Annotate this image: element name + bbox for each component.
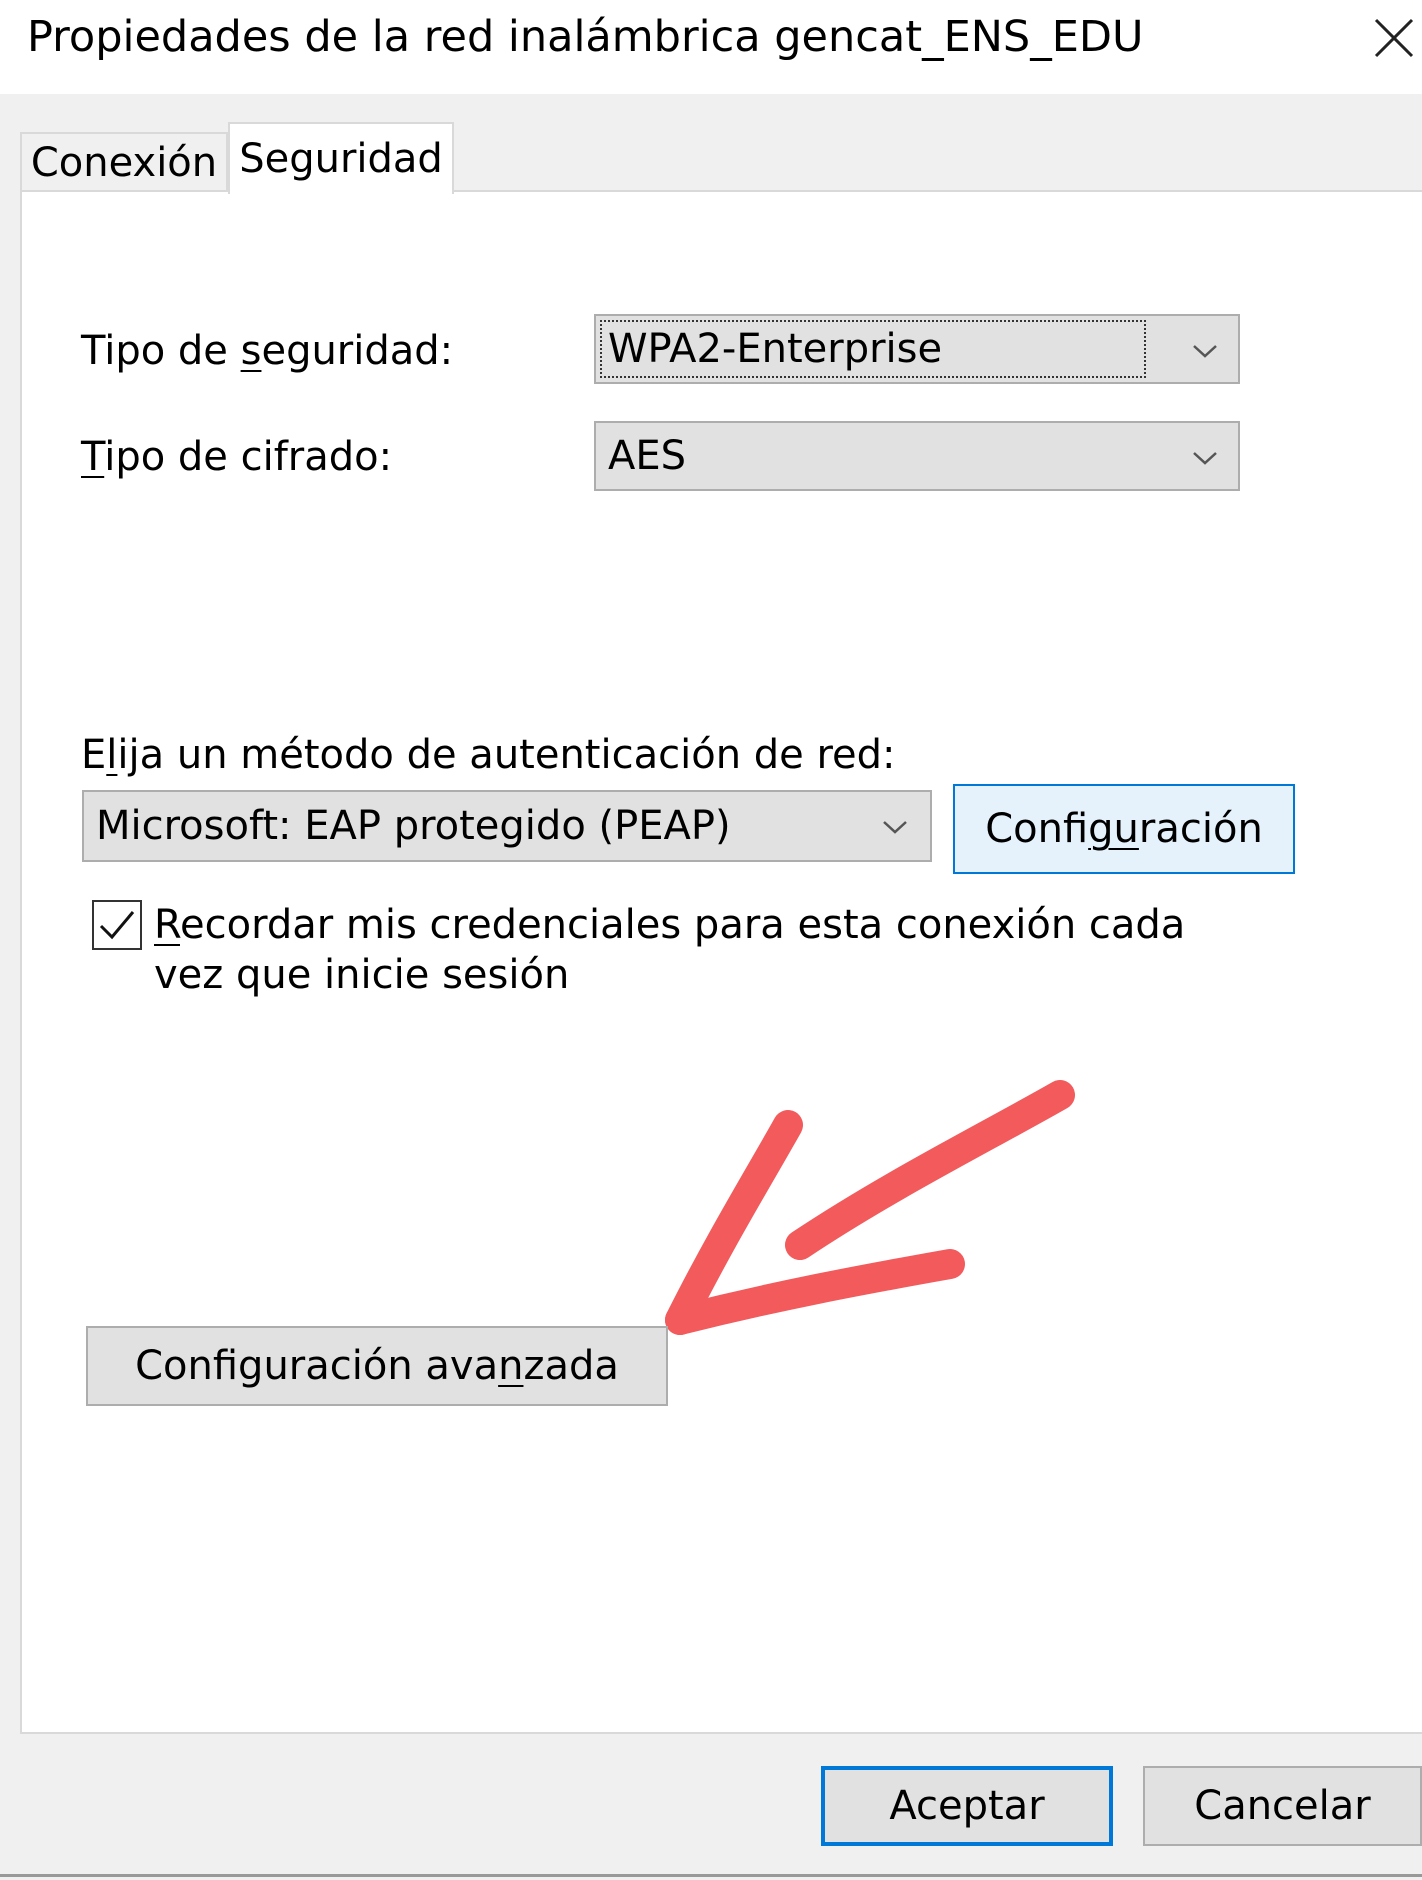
checkmark-icon: [99, 911, 135, 940]
auth-method-value: Microsoft: EAP protegido (PEAP): [96, 803, 731, 849]
window-title: Propiedades de la red inalámbrica gencat…: [27, 12, 1144, 62]
auth-method-label: Elija un método de autenticación de red:: [81, 732, 896, 778]
remember-credentials-checkbox[interactable]: [92, 900, 142, 950]
tab-seguridad[interactable]: Seguridad: [228, 122, 454, 194]
configuration-button[interactable]: Confi gu ración: [953, 784, 1295, 874]
encryption-type-select[interactable]: AES: [594, 421, 1240, 491]
chevron-down-icon: [1193, 452, 1217, 465]
encryption-type-label: Tipo de cifrado:: [81, 434, 393, 480]
chevron-down-icon: [883, 821, 907, 834]
tab-label: Seguridad: [239, 136, 443, 182]
close-icon[interactable]: [1372, 16, 1416, 60]
auth-method-select[interactable]: Microsoft: EAP protegido (PEAP): [82, 790, 932, 862]
cancel-button[interactable]: Cancelar: [1143, 1766, 1422, 1846]
advanced-configuration-button[interactable]: Configuración ava n zada: [86, 1326, 668, 1406]
tab-conexion[interactable]: Conexión: [20, 132, 228, 192]
arrow-icon: [665, 1080, 1075, 1335]
remember-credentials-label[interactable]: Recordar mis credenciales para esta cone…: [154, 900, 1185, 1000]
security-type-label: Tipo de seguridad:: [81, 328, 454, 374]
encryption-type-value: AES: [608, 433, 687, 479]
bottom-border: [0, 1874, 1422, 1877]
tab-label: Conexión: [30, 140, 218, 186]
chevron-down-icon: [1193, 345, 1217, 358]
title-bar: Propiedades de la red inalámbrica gencat…: [0, 0, 1422, 94]
accept-button[interactable]: Aceptar: [821, 1766, 1113, 1846]
security-type-value: WPA2-Enterprise: [600, 320, 1146, 378]
security-type-select[interactable]: WPA2-Enterprise: [594, 314, 1240, 384]
